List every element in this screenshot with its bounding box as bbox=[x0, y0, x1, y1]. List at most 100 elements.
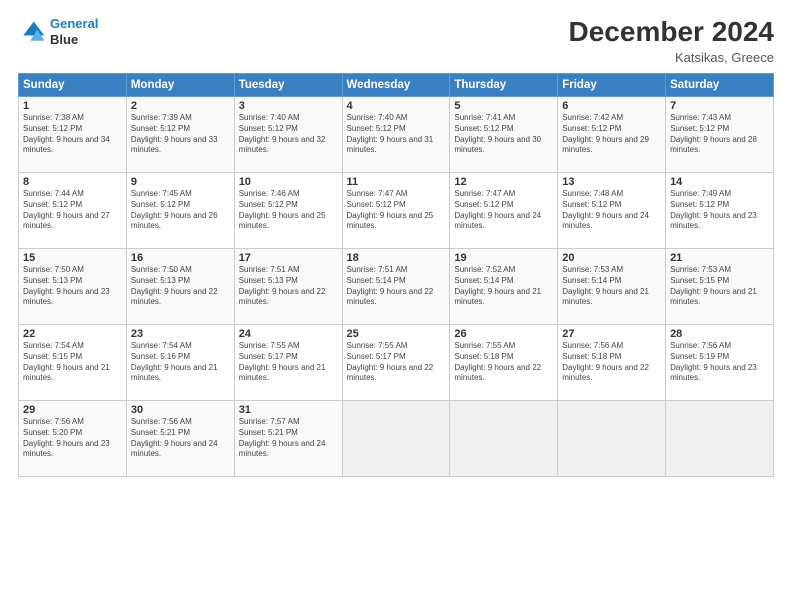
calendar-cell: 13Sunrise: 7:48 AMSunset: 5:12 PMDayligh… bbox=[558, 173, 666, 249]
calendar-cell: 3Sunrise: 7:40 AMSunset: 5:12 PMDaylight… bbox=[234, 97, 342, 173]
day-info: Sunrise: 7:56 AMSunset: 5:18 PMDaylight:… bbox=[562, 341, 661, 384]
day-info: Sunrise: 7:51 AMSunset: 5:13 PMDaylight:… bbox=[239, 265, 338, 308]
calendar-cell: 4Sunrise: 7:40 AMSunset: 5:12 PMDaylight… bbox=[342, 97, 450, 173]
day-number: 9 bbox=[131, 176, 230, 188]
col-header-saturday: Saturday bbox=[666, 74, 774, 97]
calendar-cell: 17Sunrise: 7:51 AMSunset: 5:13 PMDayligh… bbox=[234, 249, 342, 325]
day-info: Sunrise: 7:39 AMSunset: 5:12 PMDaylight:… bbox=[131, 113, 230, 156]
title-block: December 2024 Katsikas, Greece bbox=[569, 16, 774, 65]
logo-icon bbox=[18, 18, 46, 46]
col-header-wednesday: Wednesday bbox=[342, 74, 450, 97]
day-number: 5 bbox=[454, 100, 553, 112]
day-info: Sunrise: 7:51 AMSunset: 5:14 PMDaylight:… bbox=[347, 265, 446, 308]
calendar-cell: 31Sunrise: 7:57 AMSunset: 5:21 PMDayligh… bbox=[234, 401, 342, 477]
calendar-cell: 5Sunrise: 7:41 AMSunset: 5:12 PMDaylight… bbox=[450, 97, 558, 173]
day-number: 12 bbox=[454, 176, 553, 188]
calendar-cell: 14Sunrise: 7:49 AMSunset: 5:12 PMDayligh… bbox=[666, 173, 774, 249]
day-info: Sunrise: 7:54 AMSunset: 5:16 PMDaylight:… bbox=[131, 341, 230, 384]
day-info: Sunrise: 7:55 AMSunset: 5:18 PMDaylight:… bbox=[454, 341, 553, 384]
calendar-cell: 30Sunrise: 7:56 AMSunset: 5:21 PMDayligh… bbox=[126, 401, 234, 477]
calendar-cell: 28Sunrise: 7:56 AMSunset: 5:19 PMDayligh… bbox=[666, 325, 774, 401]
calendar-cell bbox=[450, 401, 558, 477]
day-number: 29 bbox=[23, 404, 122, 416]
day-info: Sunrise: 7:45 AMSunset: 5:12 PMDaylight:… bbox=[131, 189, 230, 232]
calendar-cell: 8Sunrise: 7:44 AMSunset: 5:12 PMDaylight… bbox=[19, 173, 127, 249]
calendar-cell: 29Sunrise: 7:56 AMSunset: 5:20 PMDayligh… bbox=[19, 401, 127, 477]
location: Katsikas, Greece bbox=[569, 50, 774, 65]
calendar-table: SundayMondayTuesdayWednesdayThursdayFrid… bbox=[18, 73, 774, 477]
calendar-header: SundayMondayTuesdayWednesdayThursdayFrid… bbox=[19, 74, 774, 97]
day-info: Sunrise: 7:50 AMSunset: 5:13 PMDaylight:… bbox=[23, 265, 122, 308]
calendar-cell: 25Sunrise: 7:55 AMSunset: 5:17 PMDayligh… bbox=[342, 325, 450, 401]
day-info: Sunrise: 7:48 AMSunset: 5:12 PMDaylight:… bbox=[562, 189, 661, 232]
calendar-cell: 12Sunrise: 7:47 AMSunset: 5:12 PMDayligh… bbox=[450, 173, 558, 249]
day-number: 24 bbox=[239, 328, 338, 340]
calendar-cell: 20Sunrise: 7:53 AMSunset: 5:14 PMDayligh… bbox=[558, 249, 666, 325]
day-number: 28 bbox=[670, 328, 769, 340]
day-info: Sunrise: 7:55 AMSunset: 5:17 PMDaylight:… bbox=[347, 341, 446, 384]
calendar-cell: 9Sunrise: 7:45 AMSunset: 5:12 PMDaylight… bbox=[126, 173, 234, 249]
day-info: Sunrise: 7:50 AMSunset: 5:13 PMDaylight:… bbox=[131, 265, 230, 308]
calendar-cell bbox=[558, 401, 666, 477]
day-number: 20 bbox=[562, 252, 661, 264]
day-number: 17 bbox=[239, 252, 338, 264]
calendar-cell: 2Sunrise: 7:39 AMSunset: 5:12 PMDaylight… bbox=[126, 97, 234, 173]
day-number: 1 bbox=[23, 100, 122, 112]
day-info: Sunrise: 7:44 AMSunset: 5:12 PMDaylight:… bbox=[23, 189, 122, 232]
day-info: Sunrise: 7:57 AMSunset: 5:21 PMDaylight:… bbox=[239, 417, 338, 460]
col-header-monday: Monday bbox=[126, 74, 234, 97]
day-number: 31 bbox=[239, 404, 338, 416]
calendar-cell: 16Sunrise: 7:50 AMSunset: 5:13 PMDayligh… bbox=[126, 249, 234, 325]
calendar-cell: 22Sunrise: 7:54 AMSunset: 5:15 PMDayligh… bbox=[19, 325, 127, 401]
logo-text: General Blue bbox=[50, 16, 98, 47]
day-number: 19 bbox=[454, 252, 553, 264]
day-number: 30 bbox=[131, 404, 230, 416]
calendar-cell: 10Sunrise: 7:46 AMSunset: 5:12 PMDayligh… bbox=[234, 173, 342, 249]
calendar-week-1: 8Sunrise: 7:44 AMSunset: 5:12 PMDaylight… bbox=[19, 173, 774, 249]
day-number: 7 bbox=[670, 100, 769, 112]
day-number: 26 bbox=[454, 328, 553, 340]
day-number: 8 bbox=[23, 176, 122, 188]
day-number: 4 bbox=[347, 100, 446, 112]
calendar-week-3: 22Sunrise: 7:54 AMSunset: 5:15 PMDayligh… bbox=[19, 325, 774, 401]
day-number: 16 bbox=[131, 252, 230, 264]
day-info: Sunrise: 7:56 AMSunset: 5:21 PMDaylight:… bbox=[131, 417, 230, 460]
page: General Blue December 2024 Katsikas, Gre… bbox=[0, 0, 792, 612]
calendar-cell bbox=[342, 401, 450, 477]
col-header-friday: Friday bbox=[558, 74, 666, 97]
logo-line2: Blue bbox=[50, 32, 98, 48]
calendar-cell: 18Sunrise: 7:51 AMSunset: 5:14 PMDayligh… bbox=[342, 249, 450, 325]
day-info: Sunrise: 7:38 AMSunset: 5:12 PMDaylight:… bbox=[23, 113, 122, 156]
calendar-body: 1Sunrise: 7:38 AMSunset: 5:12 PMDaylight… bbox=[19, 97, 774, 477]
calendar-cell: 21Sunrise: 7:53 AMSunset: 5:15 PMDayligh… bbox=[666, 249, 774, 325]
day-info: Sunrise: 7:55 AMSunset: 5:17 PMDaylight:… bbox=[239, 341, 338, 384]
day-number: 11 bbox=[347, 176, 446, 188]
header: General Blue December 2024 Katsikas, Gre… bbox=[18, 16, 774, 65]
calendar-cell: 27Sunrise: 7:56 AMSunset: 5:18 PMDayligh… bbox=[558, 325, 666, 401]
day-info: Sunrise: 7:52 AMSunset: 5:14 PMDaylight:… bbox=[454, 265, 553, 308]
day-info: Sunrise: 7:40 AMSunset: 5:12 PMDaylight:… bbox=[347, 113, 446, 156]
day-info: Sunrise: 7:56 AMSunset: 5:19 PMDaylight:… bbox=[670, 341, 769, 384]
logo: General Blue bbox=[18, 16, 98, 47]
calendar-cell: 6Sunrise: 7:42 AMSunset: 5:12 PMDaylight… bbox=[558, 97, 666, 173]
calendar-cell: 15Sunrise: 7:50 AMSunset: 5:13 PMDayligh… bbox=[19, 249, 127, 325]
day-number: 10 bbox=[239, 176, 338, 188]
calendar-cell: 23Sunrise: 7:54 AMSunset: 5:16 PMDayligh… bbox=[126, 325, 234, 401]
day-info: Sunrise: 7:49 AMSunset: 5:12 PMDaylight:… bbox=[670, 189, 769, 232]
calendar-cell: 7Sunrise: 7:43 AMSunset: 5:12 PMDaylight… bbox=[666, 97, 774, 173]
day-info: Sunrise: 7:41 AMSunset: 5:12 PMDaylight:… bbox=[454, 113, 553, 156]
day-info: Sunrise: 7:42 AMSunset: 5:12 PMDaylight:… bbox=[562, 113, 661, 156]
day-info: Sunrise: 7:53 AMSunset: 5:15 PMDaylight:… bbox=[670, 265, 769, 308]
day-number: 25 bbox=[347, 328, 446, 340]
day-number: 21 bbox=[670, 252, 769, 264]
calendar-cell bbox=[666, 401, 774, 477]
day-number: 14 bbox=[670, 176, 769, 188]
day-number: 2 bbox=[131, 100, 230, 112]
day-info: Sunrise: 7:47 AMSunset: 5:12 PMDaylight:… bbox=[454, 189, 553, 232]
day-number: 18 bbox=[347, 252, 446, 264]
day-number: 15 bbox=[23, 252, 122, 264]
day-info: Sunrise: 7:53 AMSunset: 5:14 PMDaylight:… bbox=[562, 265, 661, 308]
day-number: 23 bbox=[131, 328, 230, 340]
calendar-week-4: 29Sunrise: 7:56 AMSunset: 5:20 PMDayligh… bbox=[19, 401, 774, 477]
calendar-week-0: 1Sunrise: 7:38 AMSunset: 5:12 PMDaylight… bbox=[19, 97, 774, 173]
